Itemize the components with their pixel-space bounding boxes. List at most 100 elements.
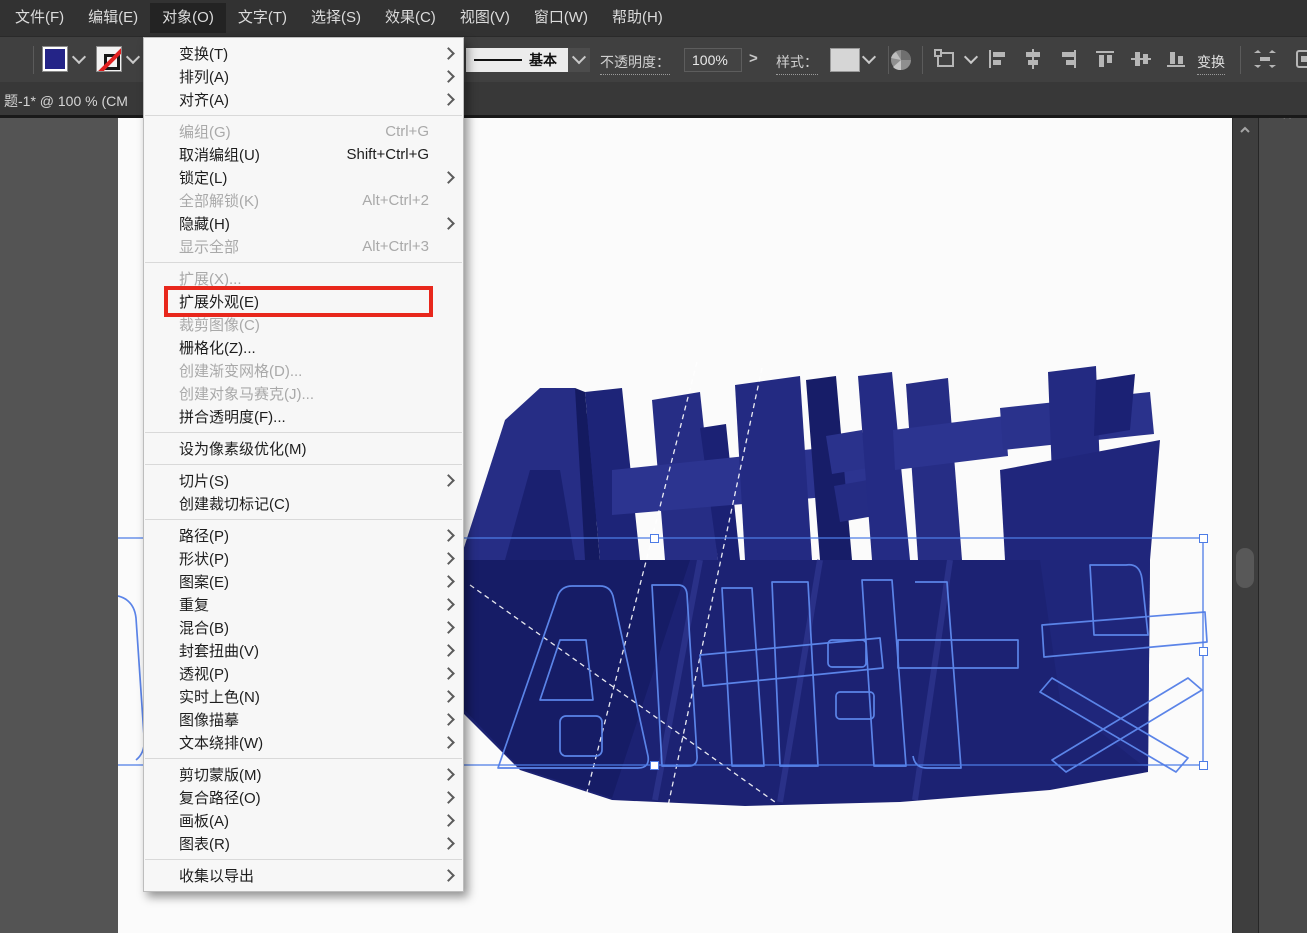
menu-item[interactable]: 切片(S)	[144, 469, 463, 492]
selection-handle[interactable]	[1200, 648, 1208, 656]
menu-item[interactable]: 排列(A)	[144, 65, 463, 88]
menu-item-label: 图案(E)	[179, 571, 229, 592]
submenu-arrow-icon	[437, 554, 453, 563]
artboard-icon[interactable]	[934, 48, 958, 72]
scroll-up-arrow-icon[interactable]	[1239, 124, 1251, 136]
menu-item-label: 封套扭曲(V)	[179, 640, 259, 661]
stroke-dropdown-chevron-icon[interactable]	[126, 50, 140, 64]
selection-handle[interactable]	[1200, 762, 1208, 770]
vertical-scrollbar[interactable]	[1232, 118, 1258, 933]
menu-item[interactable]: 复合路径(O)	[144, 786, 463, 809]
globe-icon[interactable]	[889, 48, 913, 72]
menu-item[interactable]: 图案(E)	[144, 570, 463, 593]
menu-item[interactable]: 画板(A)	[144, 809, 463, 832]
style-swatch[interactable]	[830, 48, 860, 72]
menubar-item[interactable]: 窗口(W)	[522, 3, 600, 33]
menubar-item[interactable]: 效果(C)	[373, 3, 448, 33]
selection-handle[interactable]	[1200, 535, 1208, 543]
menubar-item[interactable]: 对象(O)	[150, 3, 226, 33]
menu-item[interactable]: 变换(T)	[144, 42, 463, 65]
align-bottom-icon[interactable]	[1165, 48, 1189, 72]
menubar-item[interactable]: 编辑(E)	[76, 3, 150, 33]
clipped-icon[interactable]	[1294, 48, 1307, 72]
opacity-label[interactable]: 不透明度：	[600, 52, 670, 75]
submenu-arrow-icon	[437, 669, 453, 678]
submenu-arrow-icon	[437, 839, 453, 848]
menu-item-label: 实时上色(N)	[179, 686, 260, 707]
menu-item[interactable]: 隐藏(H)	[144, 212, 463, 235]
menu-item[interactable]: 混合(B)	[144, 616, 463, 639]
align-right-icon[interactable]	[1057, 48, 1081, 72]
align-left-icon[interactable]	[986, 48, 1010, 72]
stroke-style-field[interactable]: 基本	[466, 48, 568, 72]
document-tab[interactable]: 题-1* @ 100 % (CM	[4, 91, 128, 111]
menu-item-label: 创建裁切标记(C)	[179, 493, 290, 514]
opacity-expand-button[interactable]: >	[749, 50, 758, 67]
menubar-item[interactable]: 文字(T)	[226, 3, 299, 33]
menu-item-label: 切片(S)	[179, 470, 229, 491]
submenu-arrow-icon	[437, 646, 453, 655]
menubar-item[interactable]: 帮助(H)	[600, 3, 675, 33]
stroke-style-value: 基本	[529, 50, 557, 70]
align-center-vertical-icon[interactable]	[1130, 48, 1154, 72]
menu-separator	[145, 464, 462, 465]
menu-item[interactable]: 封套扭曲(V)	[144, 639, 463, 662]
collapse-arrows-icon[interactable]	[1252, 48, 1276, 72]
menu-item[interactable]: 剪切蒙版(M)	[144, 763, 463, 786]
menu-separator	[145, 859, 462, 860]
menu-item-label: 拼合透明度(F)...	[179, 406, 286, 427]
selection-handle[interactable]	[651, 762, 659, 770]
menu-item[interactable]: 实时上色(N)	[144, 685, 463, 708]
stroke-color-swatch[interactable]	[96, 46, 122, 72]
style-label[interactable]: 样式：	[776, 52, 818, 75]
menu-item[interactable]: 图像描摹	[144, 708, 463, 731]
fill-color-swatch[interactable]	[42, 46, 68, 72]
menu-item[interactable]: 重复	[144, 593, 463, 616]
menu-item[interactable]: 拼合透明度(F)...	[144, 405, 463, 428]
menu-item[interactable]: 扩展外观(E)	[144, 290, 463, 313]
menu-item-label: 全部解锁(K)	[179, 190, 259, 211]
toolbar-separator	[922, 46, 923, 74]
menu-item[interactable]: 文本绕排(W)	[144, 731, 463, 754]
selection-handle[interactable]	[651, 535, 659, 543]
fill-dropdown-chevron-icon[interactable]	[72, 50, 86, 64]
align-center-horizontal-icon[interactable]	[1022, 48, 1046, 72]
scrollbar-thumb[interactable]	[1236, 548, 1254, 588]
menu-item[interactable]: 取消编组(U)Shift+Ctrl+G	[144, 143, 463, 166]
menu-separator	[145, 115, 462, 116]
menu-item-label: 复合路径(O)	[179, 787, 261, 808]
submenu-arrow-icon	[437, 715, 453, 724]
menu-item[interactable]: 栅格化(Z)...	[144, 336, 463, 359]
menubar-item[interactable]: 文件(F)	[3, 3, 76, 33]
menu-item[interactable]: 对齐(A)	[144, 88, 463, 111]
submenu-arrow-icon	[437, 816, 453, 825]
style-dropdown-chevron-icon[interactable]	[862, 50, 876, 64]
menu-item[interactable]: 透视(P)	[144, 662, 463, 685]
submenu-arrow-icon	[437, 623, 453, 632]
artboard-dropdown-chevron-icon[interactable]	[964, 50, 978, 64]
menu-separator	[145, 519, 462, 520]
menu-item: 裁剪图像(C)	[144, 313, 463, 336]
menu-item-label: 变换(T)	[179, 43, 228, 64]
menu-item-label: 栅格化(Z)...	[179, 337, 256, 358]
menu-item-label: 取消编组(U)	[179, 144, 260, 165]
align-top-icon[interactable]	[1094, 48, 1118, 72]
menu-item[interactable]: 形状(P)	[144, 547, 463, 570]
opacity-input[interactable]: 100%	[684, 48, 742, 72]
menu-item[interactable]: 创建裁切标记(C)	[144, 492, 463, 515]
menu-item-label: 文本绕排(W)	[179, 732, 263, 753]
submenu-arrow-icon	[437, 95, 453, 104]
menu-item[interactable]: 收集以导出	[144, 864, 463, 887]
menu-item[interactable]: 锁定(L)	[144, 166, 463, 189]
menubar-item[interactable]: 选择(S)	[299, 3, 373, 33]
menu-item[interactable]: 路径(P)	[144, 524, 463, 547]
menu-item[interactable]: 设为像素级优化(M)	[144, 437, 463, 460]
menu-item[interactable]: 图表(R)	[144, 832, 463, 855]
menu-item: 全部解锁(K)Alt+Ctrl+2	[144, 189, 463, 212]
menu-item-label: 剪切蒙版(M)	[179, 764, 262, 785]
transform-label[interactable]: 变换	[1197, 52, 1225, 75]
stroke-style-dropdown-button[interactable]	[568, 48, 590, 72]
menu-item-label: 图表(R)	[179, 833, 230, 854]
menubar-item[interactable]: 视图(V)	[448, 3, 522, 33]
menu-item-label: 编组(G)	[179, 121, 231, 142]
